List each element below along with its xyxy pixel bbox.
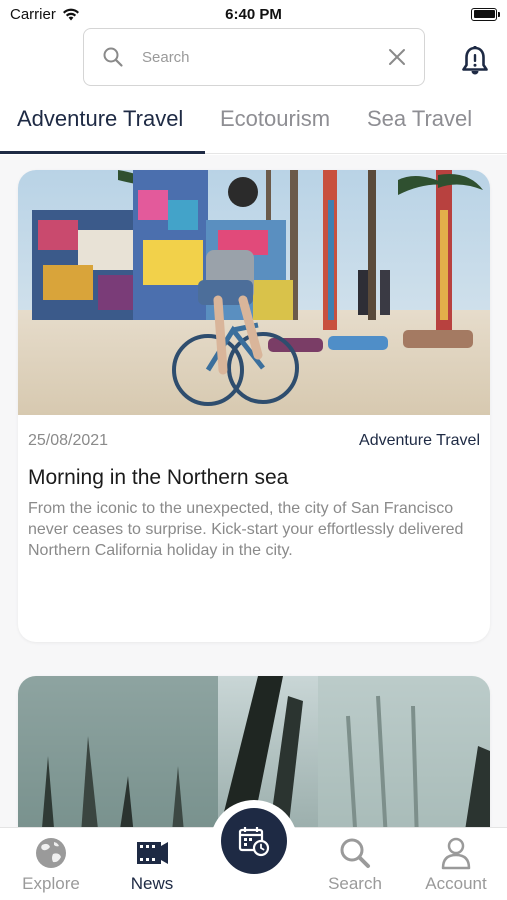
clear-icon[interactable] [388,48,406,66]
person-icon [441,837,471,870]
search-row [0,28,507,90]
nav-news-label: News [130,874,174,893]
tab-sea-travel[interactable]: Sea Travel [367,106,472,132]
tab-adventure-travel[interactable]: Adventure Travel [17,106,183,132]
card-description: From the iconic to the unexpected, the c… [28,500,464,559]
calendar-clock-icon [238,827,270,857]
search-icon [340,838,370,868]
battery-icon [471,7,500,21]
schedule-fab-button[interactable] [221,808,287,874]
tab-ecotourism[interactable]: Ecotourism [220,106,330,132]
search-icon [103,47,123,67]
carrier-label: Carrier [10,5,56,23]
news-feed[interactable]: 25/08/2021 Adventure Travel Morning in t… [0,155,507,827]
notification-bell-icon[interactable] [460,45,490,77]
news-card[interactable]: 25/08/2021 Adventure Travel Morning in t… [18,170,490,642]
nav-explore[interactable]: Explore [6,836,96,894]
search-box[interactable] [83,28,425,86]
nav-explore-label: Explore [22,874,80,893]
nav-search-label: Search [328,874,382,893]
wifi-icon [62,8,79,20]
card-photo-beach-cyclist [18,170,490,415]
globe-icon [36,838,66,868]
nav-news[interactable]: News [107,836,197,894]
nav-search[interactable]: Search [310,836,400,894]
category-tabs: Adventure Travel Ecotourism Sea Travel [0,92,507,154]
status-bar: Carrier 6:40 PM [0,0,507,28]
bottom-nav: Explore News Search Account [0,800,507,900]
card-date: 25/08/2021 [28,432,109,449]
film-icon [137,842,168,864]
active-tab-indicator [0,151,205,154]
nav-account-label: Account [425,874,487,893]
card-category[interactable]: Adventure Travel [359,432,480,450]
card-title[interactable]: Morning in the Northern sea [18,466,490,490]
status-left: Carrier [10,6,80,23]
nav-account[interactable]: Account [411,836,501,894]
search-input[interactable] [142,48,372,66]
card-meta: 25/08/2021 Adventure Travel [18,432,490,450]
